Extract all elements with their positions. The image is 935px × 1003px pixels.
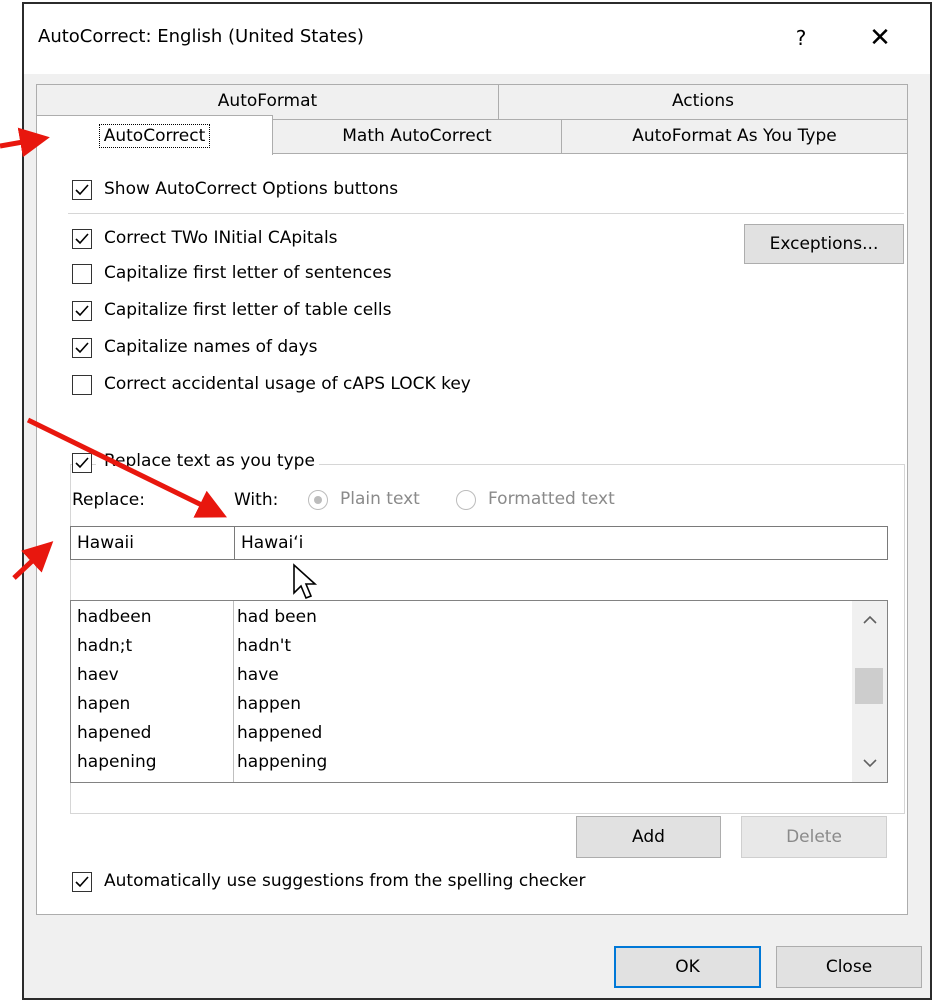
exceptions-button[interactable]: Exceptions... xyxy=(744,224,904,264)
checkmark-icon xyxy=(75,342,89,354)
tab-autoformat-as-you-type-label: AutoFormat As You Type xyxy=(632,126,837,146)
capitalize-days-checkbox[interactable] xyxy=(72,338,92,358)
replace-as-you-type-checkbox[interactable] xyxy=(72,453,92,473)
tab-autocorrect[interactable]: AutoCorrect xyxy=(36,115,273,155)
checkmark-icon xyxy=(75,457,89,469)
entry-with: have xyxy=(237,665,279,685)
capitalize-sentences-label: Capitalize first letter of sentences xyxy=(104,263,392,283)
show-options-checkbox[interactable] xyxy=(72,180,92,200)
entry-with: happen xyxy=(237,694,302,714)
entry-with: had been xyxy=(237,607,317,627)
entry-replace: hapened xyxy=(77,723,152,743)
entry-replace: hadn;t xyxy=(77,636,133,656)
entry-replace: hapen xyxy=(77,694,131,714)
checkmark-icon xyxy=(75,184,89,196)
replace-input[interactable]: Hawaii xyxy=(70,526,235,560)
close-icon[interactable]: ✕ xyxy=(860,18,900,58)
delete-button[interactable]: Delete xyxy=(741,816,887,858)
list-item[interactable]: hadbeen had been xyxy=(71,603,851,632)
plain-text-radio[interactable] xyxy=(308,490,328,510)
entry-with: happened xyxy=(237,723,323,743)
window-title: AutoCorrect: English (United States) xyxy=(38,26,364,47)
formatted-text-radio[interactable] xyxy=(456,490,476,510)
correct-two-initial-checkbox[interactable] xyxy=(72,229,92,249)
capitalize-days-label: Capitalize names of days xyxy=(104,337,318,357)
scroll-thumb[interactable] xyxy=(855,668,883,704)
capitalize-sentences-checkbox[interactable] xyxy=(72,264,92,284)
add-button-label: Add xyxy=(632,827,665,847)
ok-button[interactable]: OK xyxy=(614,946,761,988)
plain-text-label: Plain text xyxy=(340,489,420,509)
tab-math-autocorrect-label: Math AutoCorrect xyxy=(342,126,492,146)
checkmark-icon xyxy=(75,876,89,888)
help-button[interactable]: ? xyxy=(781,18,821,58)
list-item[interactable]: hapened happened xyxy=(71,719,851,748)
entry-with: happening xyxy=(237,752,328,772)
scroll-down-icon[interactable] xyxy=(852,748,887,778)
with-label: With: xyxy=(234,490,279,510)
tab-autocorrect-label: AutoCorrect xyxy=(98,124,211,148)
spelling-suggestions-checkbox[interactable] xyxy=(72,872,92,892)
show-options-label: Show AutoCorrect Options buttons xyxy=(104,179,399,199)
list-item[interactable]: hapening happening xyxy=(71,748,851,777)
capitalize-table-cells-label: Capitalize first letter of table cells xyxy=(104,300,392,320)
list-item[interactable]: hapen happen xyxy=(71,690,851,719)
checkmark-icon xyxy=(75,233,89,245)
replace-as-you-type-label: Replace text as you type xyxy=(96,451,319,471)
replace-label: Replace: xyxy=(72,490,145,510)
entry-replace: haev xyxy=(77,665,119,685)
caps-lock-label: Correct accidental usage of cAPS LOCK ke… xyxy=(104,374,471,394)
list-item[interactable]: hadn;t hadn't xyxy=(71,632,851,661)
tab-autoformat-label: AutoFormat xyxy=(217,91,318,111)
caps-lock-checkbox[interactable] xyxy=(72,375,92,395)
radio-dot xyxy=(314,496,322,504)
delete-button-label: Delete xyxy=(786,827,842,847)
tab-actions-label: Actions xyxy=(671,91,735,111)
tab-actions[interactable]: Actions xyxy=(498,84,908,120)
formatted-text-label: Formatted text xyxy=(488,489,615,509)
capitalize-table-cells-checkbox[interactable] xyxy=(72,301,92,321)
close-button-label: Close xyxy=(825,957,873,977)
spelling-suggestions-label: Automatically use suggestions from the s… xyxy=(104,871,586,891)
correct-two-initial-label: Correct TWo INitial CApitals xyxy=(104,228,338,248)
checkmark-icon xyxy=(75,305,89,317)
entry-replace: hapening xyxy=(77,752,157,772)
list-item[interactable]: haev have xyxy=(71,661,851,690)
divider xyxy=(68,213,904,214)
add-button[interactable]: Add xyxy=(576,816,721,858)
entry-replace: hadbeen xyxy=(77,607,152,627)
ok-button-label: OK xyxy=(675,957,700,977)
close-button[interactable]: Close xyxy=(776,946,922,988)
tab-math-autocorrect[interactable]: Math AutoCorrect xyxy=(272,119,562,154)
scroll-up-icon[interactable] xyxy=(852,605,887,635)
tab-autoformat-as-you-type[interactable]: AutoFormat As You Type xyxy=(561,119,908,154)
with-input[interactable]: Hawai‘i xyxy=(234,526,888,560)
entry-with: hadn't xyxy=(237,636,292,656)
